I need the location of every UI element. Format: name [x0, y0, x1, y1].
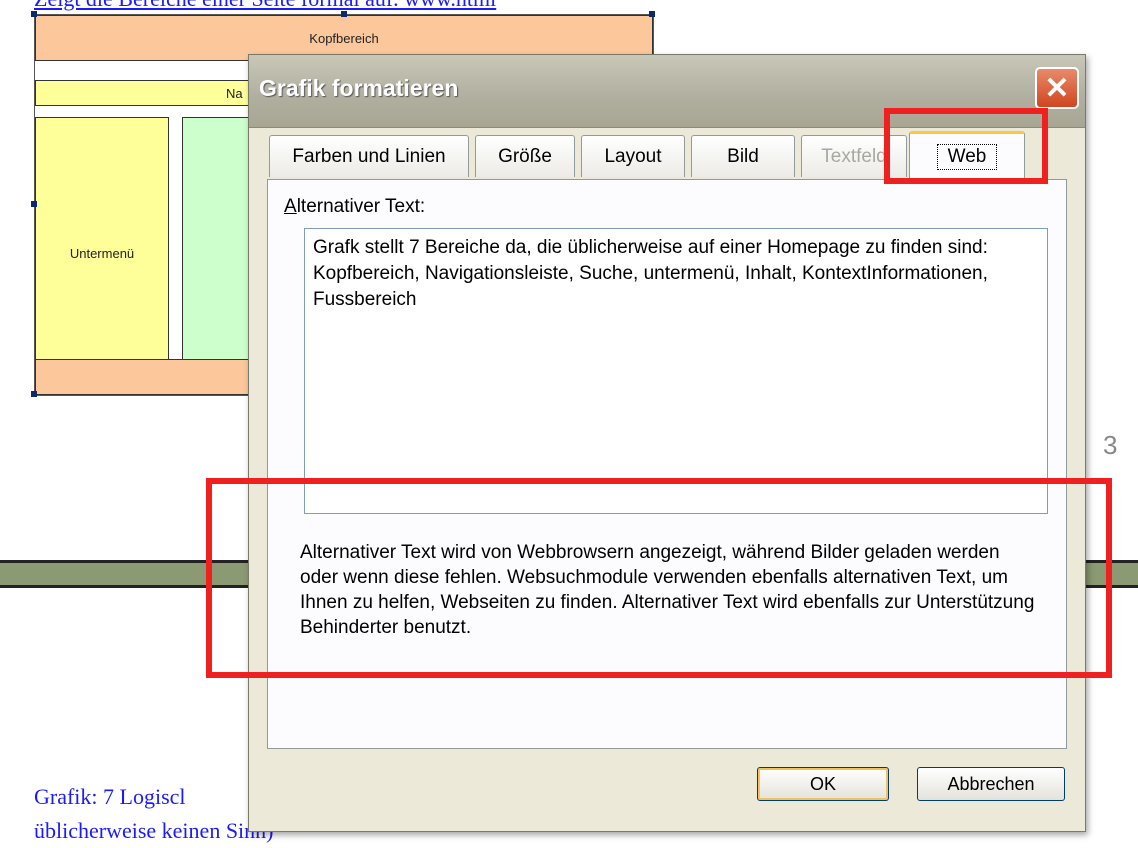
alt-text-field[interactable]: Grafk stellt 7 Bereiche da, die üblicher…	[304, 228, 1048, 514]
selection-handle[interactable]	[649, 11, 655, 17]
caption-line-2: üblicherweise keinen Sinn)	[34, 818, 274, 843]
caption-line-1: Grafik: 7 Logiscl	[34, 784, 186, 809]
document-top-link[interactable]: Zeigt die Bereiche einer Seite formal au…	[34, 0, 496, 12]
tab-layout[interactable]: Layout	[581, 135, 685, 177]
dialog-title: Grafik formatieren	[259, 75, 459, 101]
alt-text-label-rest: lternativer Text:	[296, 196, 426, 217]
close-icon[interactable]: ✕	[1035, 67, 1079, 109]
selection-handle[interactable]	[31, 11, 37, 17]
alt-text-label-mnemonic: A	[284, 196, 297, 217]
diagram-untermenue: Untermenü	[35, 117, 169, 389]
document-caption: Grafik: 7 Logiscl üblicherweise keinen S…	[34, 780, 274, 848]
page-number: 3	[1103, 430, 1118, 460]
tab-textfeld-label: Textfeld	[821, 145, 887, 167]
tab-bild[interactable]: Bild	[691, 135, 795, 177]
selection-handle[interactable]	[31, 391, 37, 397]
diagram-navigation-label: Na	[226, 85, 243, 101]
alt-text-label: Alternativer Text:	[284, 196, 425, 218]
tab-groesse[interactable]: Größe	[475, 135, 575, 177]
highlight-web-tab	[884, 108, 1048, 184]
cancel-button[interactable]: Abbrechen	[917, 767, 1065, 801]
highlight-info-text	[206, 478, 1112, 678]
selection-handle[interactable]	[341, 11, 347, 17]
tab-farben-und-linien[interactable]: Farben und Linien	[269, 135, 469, 177]
selection-handle[interactable]	[31, 201, 37, 207]
ok-button[interactable]: OK	[757, 767, 889, 801]
